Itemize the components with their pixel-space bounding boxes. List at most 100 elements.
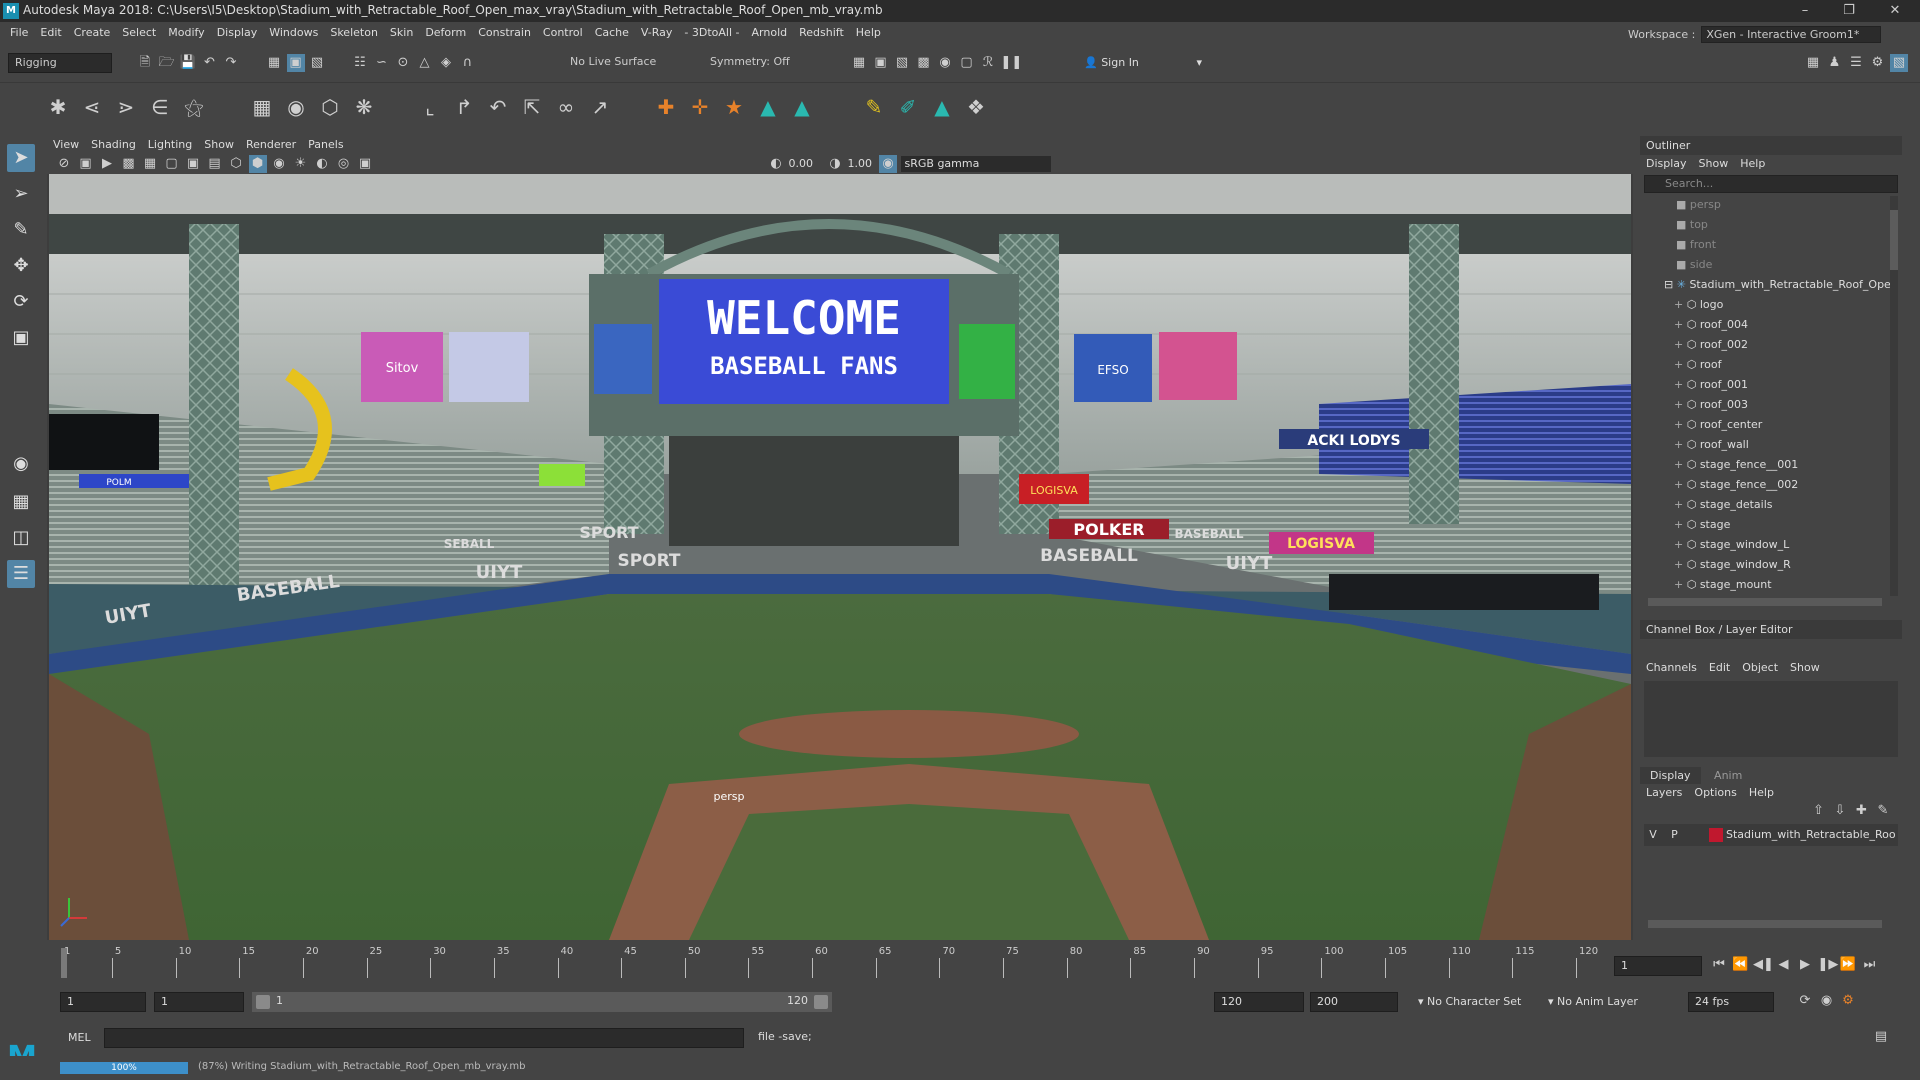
joint-tool-icon[interactable]: ✱ [44,93,72,121]
playback-start-field[interactable]: 1 [154,992,244,1012]
anim-start-field[interactable]: 1 [60,992,146,1012]
outliner-hscrollbar[interactable] [1648,598,1882,606]
outliner-item-root[interactable]: ⊟ ✳ Stadium_with_Retractable_Roof_Ope [1640,275,1891,295]
expand-icon[interactable]: + [1674,378,1687,391]
outliner-item[interactable]: + ⬡ stage_fence__001 [1640,455,1890,475]
bind-skin-icon[interactable]: ∈ [146,93,174,121]
workspace-dropdown[interactable]: XGen - Interactive Groom1* [1701,26,1882,43]
pin-icon[interactable]: ❖ [962,93,990,121]
symmetry-dropdown[interactable]: Symmetry: Off [704,53,804,73]
vray-icon[interactable]: ℛ [979,54,997,72]
new-layer-icon[interactable]: ✚ [1853,802,1871,820]
menu-skin[interactable]: Skin [384,22,419,44]
hik-icon[interactable]: ▲ [754,93,782,121]
xray-icon[interactable]: ◎ [335,155,353,173]
resolution-gate-icon[interactable]: ▣ [184,155,202,173]
channel-box-icon[interactable]: ▧ [1890,54,1908,72]
loop-icon[interactable]: ⟳ [1796,992,1814,1010]
outliner-search-input[interactable]: Search... [1644,175,1898,193]
channelbox-menu-edit[interactable]: Edit [1703,659,1736,677]
step-back-frame-icon[interactable]: ◀❚ [1753,956,1774,974]
scale-tool-icon[interactable]: ▣ [7,324,35,352]
menu-skeleton[interactable]: Skeleton [324,22,384,44]
menu-windows[interactable]: Windows [263,22,324,44]
menuset-dropdown[interactable]: Rigging [8,53,112,73]
layer-color-swatch[interactable] [1708,828,1723,842]
step-back-key-icon[interactable]: ⏪ [1732,956,1750,974]
select-tool-icon[interactable]: ➤ [7,144,35,172]
colorspace-dropdown[interactable]: sRGB gamma [900,156,1051,172]
render-globals-icon[interactable]: ▢ [958,54,976,72]
cluster-icon[interactable]: ◉ [282,93,310,121]
channelbox-menu-channels[interactable]: Channels [1640,659,1703,677]
brush-icon[interactable]: ✐ [894,93,922,121]
step-forward-key-icon[interactable]: ⏩ [1839,956,1857,974]
modeling-toolkit-icon[interactable]: ▦ [1804,54,1822,72]
new-layer-selected-icon[interactable]: ✎ [1874,802,1892,820]
viewport-menu-show[interactable]: Show [198,136,240,154]
aim-constraint-icon[interactable]: ↱ [450,93,478,121]
layer-menu-layers[interactable]: Layers [1640,784,1688,802]
expand-icon[interactable]: + [1674,498,1687,511]
outliner-item[interactable]: + ⬡ roof_002 [1640,335,1890,355]
outliner-item[interactable]: + ⬡ stage_mount [1640,575,1890,595]
pause-icon[interactable]: ❚❚ [1001,54,1023,72]
fps-dropdown[interactable]: 24 fps [1688,992,1774,1012]
expand-icon[interactable]: + [1674,358,1687,371]
outliner-item[interactable]: + ⬡ roof_center [1640,415,1890,435]
channelbox-menu-show[interactable]: Show [1784,659,1826,677]
save-scene-icon[interactable]: 💾 [179,54,197,72]
script-language-toggle[interactable]: MEL [68,1031,91,1044]
ipr-render-icon[interactable]: ▧ [893,54,911,72]
minimize-button[interactable]: – [1790,1,1820,21]
outliner-item[interactable]: + ⬡ roof [1640,355,1890,375]
outliner-item[interactable]: + ⬡ stage_window_L [1640,535,1890,555]
color-management-icon[interactable]: ◉ [879,155,897,173]
textured-icon[interactable]: ◉ [270,155,288,173]
outliner-menu-show[interactable]: Show [1693,155,1735,173]
menu-constrain[interactable]: Constrain [472,22,537,44]
snap-grid-icon[interactable]: ☷ [351,54,369,72]
viewport-menu-panels[interactable]: Panels [302,136,349,154]
menu-create[interactable]: Create [68,22,117,44]
go-to-start-icon[interactable]: ⏮ [1710,956,1728,974]
play-backward-icon[interactable]: ◀ [1775,956,1793,974]
collapse-icon[interactable]: ⊟ [1664,278,1677,291]
layer-row[interactable]: V P Stadium_with_Retractable_Roo [1644,824,1898,846]
outliner-item-camera[interactable]: ■ top [1640,215,1890,235]
lasso-tool-icon[interactable]: ➢ [7,180,35,208]
move-layer-down-icon[interactable]: ⇩ [1831,802,1849,820]
snap-point-icon[interactable]: ⊙ [394,54,412,72]
layer-name[interactable]: Stadium_with_Retractable_Roo [1726,828,1896,841]
channel-list-area[interactable] [1644,681,1898,757]
parent-constraint-icon[interactable]: ∞ [552,93,580,121]
render-frame-icon[interactable]: ▣ [872,54,890,72]
channelbox-menu-object[interactable]: Object [1736,659,1784,677]
safe-action-icon[interactable]: ▤ [206,155,224,173]
menu-cache[interactable]: Cache [589,22,635,44]
viewport-3d-scene[interactable]: WELCOME BASEBALL FANS Sitov EFSO LOGISVA… [49,174,1631,940]
expand-icon[interactable]: + [1674,458,1687,471]
shadows-icon[interactable]: ◐ [313,155,331,173]
menu-file[interactable]: File [4,22,34,44]
time-cursor[interactable] [61,948,67,978]
close-button[interactable]: ✕ [1880,1,1910,21]
sculpt-icon[interactable]: ❋ [350,93,378,121]
expand-icon[interactable]: + [1674,478,1687,491]
isolate-icon[interactable]: ▣ [356,155,374,173]
select-hierarchy-icon[interactable]: ▦ [265,54,283,72]
bookmark-icon[interactable]: ▶ [98,155,116,173]
outliner-item-camera[interactable]: ■ front [1640,235,1890,255]
menu-arnold[interactable]: Arnold [746,22,794,44]
paint-select-icon[interactable]: ✎ [7,216,35,244]
orient-constraint-icon[interactable]: ↶ [484,93,512,121]
expand-icon[interactable]: + [1674,298,1687,311]
camera-attributes-icon[interactable]: ▣ [77,155,95,173]
wrap-icon[interactable]: ⬡ [316,93,344,121]
live-surface-field[interactable]: No Live Surface [564,53,662,73]
viewport-menu-renderer[interactable]: Renderer [240,136,302,154]
anim-layer-dropdown[interactable]: ▾ No Anim Layer [1548,992,1668,1012]
playback-end-field[interactable]: 120 [1214,992,1304,1012]
ik-spline-icon[interactable]: ⋗ [112,93,140,121]
layer-visibility-toggle[interactable]: V [1644,824,1662,846]
